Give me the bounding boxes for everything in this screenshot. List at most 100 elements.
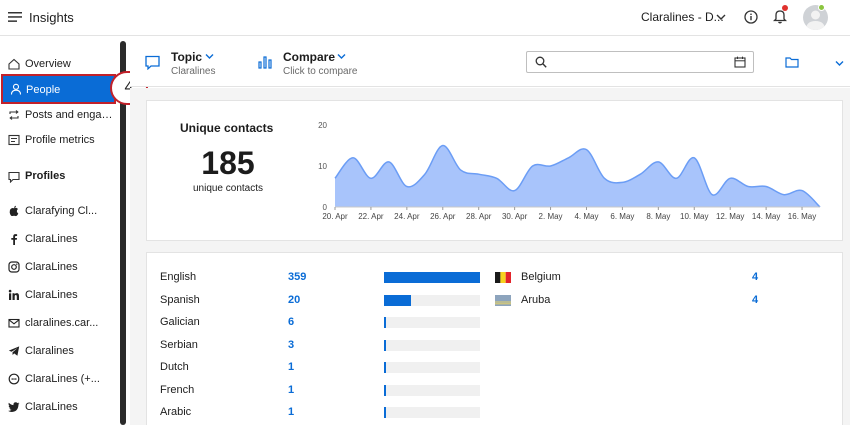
search-icon	[535, 56, 547, 68]
language-bar-track	[384, 339, 480, 351]
country-row[interactable]: Aruba 4	[495, 294, 775, 308]
language-name: English	[160, 271, 197, 283]
comment-icon	[8, 171, 20, 183]
sidebar-item-profile-metrics[interactable]: Profile metrics	[0, 128, 118, 152]
chevron-down-icon[interactable]	[205, 53, 214, 60]
country-count[interactable]: 4	[752, 294, 758, 306]
x-tick-label: 22. Apr	[358, 212, 384, 221]
country-name: Belgium	[521, 271, 561, 283]
topic-value: Claralines	[171, 66, 216, 77]
sidebar-item-label: ClaraLines	[25, 261, 78, 273]
app-title: Insights	[29, 10, 74, 25]
chevron-down-icon[interactable]	[337, 53, 346, 60]
y-tick-label: 10	[318, 162, 327, 171]
language-count[interactable]: 1	[288, 361, 294, 373]
language-bar	[384, 317, 386, 328]
language-name: French	[160, 383, 195, 396]
language-bar-track	[384, 407, 480, 418]
compare-selector[interactable]: Compare	[283, 50, 335, 64]
languages-card: English 359 Spanish 20 Galician 6 Serbian 3 Dutc…	[146, 252, 843, 425]
language-bar	[384, 362, 386, 373]
unique-contacts-caption: unique contacts	[192, 183, 264, 194]
bar-chart-icon[interactable]	[258, 56, 272, 69]
sidebar-item-profile-instagram[interactable]: ClaraLines	[0, 255, 118, 279]
sidebar-item-profile-telegram[interactable]: Claralines	[0, 339, 118, 363]
sidebar: Overview People Posts and engage... Prof…	[0, 37, 128, 425]
language-bar	[384, 294, 411, 306]
comment-icon[interactable]	[145, 55, 160, 70]
language-row[interactable]: Serbian 3	[160, 339, 480, 353]
linkedin-icon	[8, 289, 19, 300]
sidebar-item-profile-mail[interactable]: claralines.car...	[0, 311, 118, 335]
chevron-down-icon[interactable]	[835, 60, 844, 67]
filter-bar: Topic Claralines Compare Click to compar…	[130, 37, 850, 87]
sidebar-item-profile-whatsapp[interactable]: ClaraLines (+...	[0, 367, 118, 391]
unique-contacts-value: 185	[201, 145, 255, 181]
compare-hint: Click to compare	[283, 66, 358, 77]
language-row[interactable]: Arabic 1	[160, 406, 480, 420]
info-icon[interactable]	[744, 10, 758, 24]
language-count[interactable]: 20	[288, 294, 300, 306]
language-count[interactable]: 3	[288, 339, 294, 351]
chevron-down-icon[interactable]	[716, 12, 726, 22]
x-tick-label: 4. May	[574, 212, 598, 221]
language-bar-track	[384, 384, 480, 396]
telegram-icon	[8, 346, 20, 356]
sidebar-item-overview[interactable]: Overview	[0, 52, 118, 76]
sidebar-item-label: Claralines	[25, 345, 74, 357]
whatsapp-icon	[8, 373, 20, 385]
card-title: Unique contacts	[180, 121, 274, 135]
calendar-icon[interactable]	[734, 56, 746, 68]
language-row[interactable]: French 1	[160, 384, 480, 398]
sidebar-item-profile-linkedin[interactable]: ClaraLines	[0, 283, 118, 307]
sidebar-item-label: Clarafying Cl...	[25, 205, 98, 217]
unique-contacts-chart[interactable]: 0 10 20 20. Apr 22. Apr 24. Apr 26. Apr 28. Apr…	[307, 111, 827, 229]
language-count[interactable]: 359	[288, 271, 306, 283]
repost-icon	[9, 110, 19, 120]
sidebar-item-posts[interactable]: Posts and engage...	[0, 103, 118, 127]
folder-icon[interactable]	[785, 57, 799, 68]
topic-selector[interactable]: Topic	[171, 50, 202, 64]
chart-area	[335, 145, 820, 207]
language-name: Serbian	[160, 338, 198, 351]
sidebar-item-label: ClaraLines	[25, 233, 78, 245]
sidebar-item-label: claralines.car...	[25, 317, 99, 329]
aruba-flag	[495, 294, 511, 306]
belgium-flag	[495, 272, 511, 283]
sidebar-item-label: Posts and engage...	[25, 109, 115, 121]
account-switcher[interactable]: Claralines - D...	[641, 10, 724, 24]
language-name: Galician	[160, 316, 200, 328]
language-bar	[384, 339, 386, 351]
apple-icon	[9, 205, 19, 217]
sidebar-item-profile-apple[interactable]: Clarafying Cl...	[0, 199, 118, 223]
instagram-icon	[8, 261, 20, 273]
bell-icon[interactable]	[773, 9, 787, 24]
sidebar-item-label: Overview	[25, 58, 71, 70]
facebook-icon	[11, 234, 18, 245]
menu-icon[interactable]	[8, 10, 22, 24]
country-name: Aruba	[521, 293, 551, 306]
profiles-header: Profiles	[25, 170, 66, 182]
x-tick-label: 10. May	[680, 212, 708, 221]
y-tick-label: 0	[323, 203, 328, 212]
sidebar-item-profile-twitter[interactable]: ClaraLines	[0, 395, 118, 419]
notification-dot	[782, 5, 788, 11]
x-tick-label: 24. Apr	[394, 212, 420, 221]
language-row[interactable]: Galician 6	[160, 316, 480, 330]
language-count[interactable]: 6	[288, 316, 294, 328]
country-count[interactable]: 4	[752, 271, 758, 283]
mail-icon	[8, 318, 20, 328]
language-bar-track	[384, 294, 480, 306]
content-area: Unique contacts 185 unique contacts 0 10 2…	[130, 88, 850, 425]
language-row[interactable]: Dutch 1	[160, 361, 480, 375]
x-tick-label: 12. May	[716, 212, 744, 221]
country-row[interactable]: Belgium 4	[495, 271, 775, 285]
language-row[interactable]: English 359	[160, 271, 480, 285]
language-count[interactable]: 1	[288, 406, 294, 418]
search-input[interactable]	[526, 51, 754, 73]
language-row[interactable]: Spanish 20	[160, 294, 480, 308]
x-tick-label: 30. Apr	[502, 212, 528, 221]
sidebar-item-people[interactable]: People	[1, 74, 116, 104]
language-count[interactable]: 1	[288, 384, 294, 396]
sidebar-item-profile-facebook[interactable]: ClaraLines	[0, 227, 118, 251]
